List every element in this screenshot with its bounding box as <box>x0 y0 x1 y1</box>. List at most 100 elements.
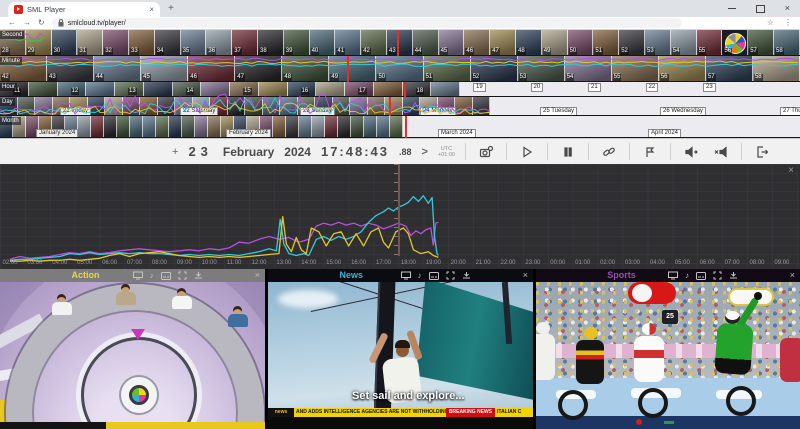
hour-thumbnail[interactable] <box>374 82 403 96</box>
month-thumbnail[interactable] <box>351 116 364 137</box>
browser-tab[interactable]: SML Player × <box>8 2 160 17</box>
hour-thumbnail[interactable] <box>259 82 288 96</box>
minute-thumbnail[interactable]: 54 <box>565 56 612 81</box>
second-thumbnail[interactable]: 44 <box>413 30 439 55</box>
minute-thumbnail[interactable]: 44 <box>94 56 141 81</box>
second-thumbnail[interactable]: 35 <box>181 30 207 55</box>
day-thumbnail[interactable] <box>403 97 421 115</box>
captions-icon[interactable] <box>429 272 439 280</box>
month-thumbnail[interactable] <box>169 116 182 137</box>
audio-icon[interactable]: ♪ <box>150 271 154 280</box>
day-thumbnail[interactable] <box>280 97 298 115</box>
second-thumbnail[interactable]: 41 <box>335 30 361 55</box>
reload-icon[interactable]: ↻ <box>38 19 45 27</box>
second-thumbnail[interactable]: 38 <box>258 30 284 55</box>
browser-menu-icon[interactable]: ⋮ <box>784 19 792 27</box>
months-row[interactable]: January 2024February 2024March 2024April… <box>0 116 800 138</box>
month-thumbnail[interactable] <box>299 116 312 137</box>
play-button[interactable] <box>517 142 537 162</box>
date-month-field[interactable]: February <box>223 145 274 159</box>
second-thumbnail[interactable]: 40 <box>310 30 336 55</box>
month-thumbnail[interactable] <box>273 116 286 137</box>
captions-icon[interactable] <box>161 272 171 280</box>
export-icon[interactable] <box>462 271 471 280</box>
hour-thumbnail[interactable] <box>29 82 58 96</box>
maximize-icon[interactable] <box>756 5 765 13</box>
second-thumbnail[interactable]: 52 <box>619 30 645 55</box>
news-video-frame[interactable]: Set sail and explore... news AND ADDS IN… <box>268 282 533 429</box>
bookmark-star-icon[interactable]: ☆ <box>767 19 774 27</box>
minute-thumbnail[interactable]: 45 <box>141 56 188 81</box>
second-thumbnail[interactable]: 42 <box>361 30 387 55</box>
month-thumbnail[interactable] <box>338 116 351 137</box>
day-thumbnail[interactable] <box>263 97 281 115</box>
day-thumbnail[interactable] <box>385 97 403 115</box>
second-thumbnail[interactable]: 53 <box>645 30 671 55</box>
second-thumbnail[interactable]: 56 <box>722 30 748 55</box>
forward-icon[interactable]: → <box>23 19 31 27</box>
month-thumbnail[interactable] <box>286 116 299 137</box>
seconds-row[interactable]: 2829303132333435363738394041424344454647… <box>0 30 800 56</box>
second-thumbnail[interactable]: 30 <box>52 30 78 55</box>
second-thumbnail[interactable]: 48 <box>516 30 542 55</box>
graph-close-button[interactable]: × <box>788 165 794 176</box>
link-button[interactable] <box>599 142 619 162</box>
fullscreen-icon[interactable] <box>178 271 187 280</box>
pause-button[interactable] <box>558 142 578 162</box>
second-thumbnail[interactable]: 32 <box>103 30 129 55</box>
days-row[interactable]: 20 Thursday21 Friday22 Saturday23 Sunday… <box>0 97 800 116</box>
tab-close-icon[interactable]: × <box>149 6 154 14</box>
month-thumbnail[interactable] <box>130 116 143 137</box>
day-thumbnail[interactable] <box>473 97 491 115</box>
month-thumbnail[interactable] <box>377 116 390 137</box>
time-millis-field[interactable]: .88 <box>399 147 412 157</box>
hour-thumbnail[interactable] <box>144 82 173 96</box>
minute-thumbnail[interactable]: 55 <box>612 56 659 81</box>
month-thumbnail[interactable] <box>117 116 130 137</box>
exit-button[interactable] <box>752 142 772 162</box>
audio-icon[interactable]: ♪ <box>685 271 689 280</box>
step-forward-button[interactable]: > <box>422 146 428 158</box>
second-thumbnail[interactable]: 55 <box>697 30 723 55</box>
second-thumbnail[interactable]: 47 <box>490 30 516 55</box>
graph-playhead-ruler[interactable] <box>398 164 400 256</box>
month-thumbnail[interactable] <box>143 116 156 137</box>
minute-thumbnail[interactable]: 51 <box>424 56 471 81</box>
fullscreen-icon[interactable] <box>446 271 455 280</box>
month-thumbnail[interactable] <box>208 116 221 137</box>
timeline-graph[interactable]: 02:0003:0004:0005:0006:0007:0008:0009:00… <box>0 164 800 269</box>
hour-thumbnail[interactable] <box>201 82 230 96</box>
second-thumbnail[interactable]: 49 <box>542 30 568 55</box>
minute-thumbnail[interactable]: 53 <box>518 56 565 81</box>
month-thumbnail[interactable] <box>104 116 117 137</box>
fullscreen-icon[interactable] <box>713 271 722 280</box>
url-field[interactable]: smlcloud.tv/player/ <box>52 18 682 28</box>
second-thumbnail[interactable]: 45 <box>439 30 465 55</box>
second-thumbnail[interactable]: 50 <box>568 30 594 55</box>
second-thumbnail[interactable]: 34 <box>155 30 181 55</box>
day-thumbnail[interactable] <box>35 97 53 115</box>
day-thumbnail[interactable] <box>140 97 158 115</box>
day-thumbnail[interactable] <box>228 97 246 115</box>
monitor-icon[interactable] <box>668 271 678 280</box>
hour-thumbnail[interactable] <box>431 82 460 96</box>
monitor-icon[interactable] <box>133 271 143 280</box>
month-thumbnail[interactable] <box>78 116 91 137</box>
window-close-icon[interactable]: × <box>785 4 790 13</box>
second-thumbnail[interactable]: 37 <box>232 30 258 55</box>
add-button[interactable]: + <box>172 146 178 158</box>
minute-thumbnail[interactable]: 47 <box>235 56 282 81</box>
second-thumbnail[interactable]: 57 <box>748 30 774 55</box>
day-thumbnail[interactable] <box>455 97 473 115</box>
channel-panel-news[interactable]: News ♪ × Set sail and explore <box>268 269 533 429</box>
hour-thumbnail[interactable] <box>86 82 115 96</box>
day-thumbnail[interactable] <box>350 97 368 115</box>
day-thumbnail[interactable] <box>333 97 351 115</box>
new-tab-button[interactable]: + <box>168 3 174 14</box>
month-thumbnail[interactable] <box>156 116 169 137</box>
second-thumbnail[interactable]: 43 <box>387 30 413 55</box>
channel-panel-sports[interactable]: Sports ♪ × 25 <box>536 269 800 429</box>
month-thumbnail[interactable] <box>325 116 338 137</box>
audio-icon[interactable]: ♪ <box>418 271 422 280</box>
date-day-field[interactable]: 23 <box>188 144 212 159</box>
